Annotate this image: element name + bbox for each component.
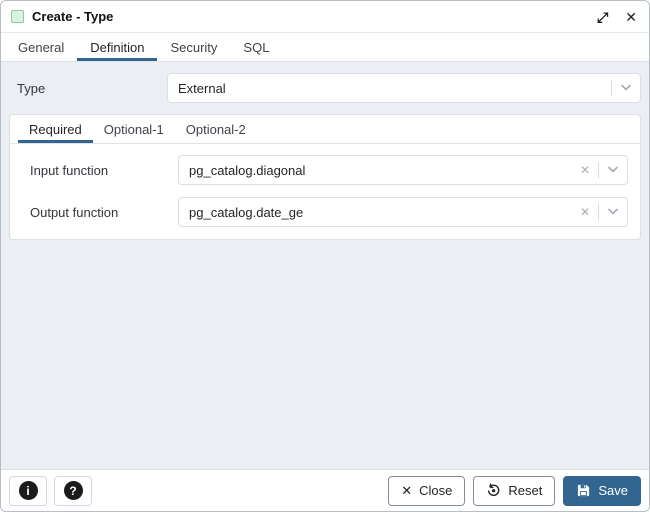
chevron-down-icon[interactable]: [620, 84, 632, 92]
chevron-down-icon[interactable]: [607, 166, 619, 174]
required-tab-content: Input function pg_catalog.diagonal ✕: [10, 144, 640, 239]
close-button[interactable]: ✕ Close: [388, 476, 465, 506]
header-actions: ⤢ ✕: [597, 10, 637, 24]
output-function-row: Output function pg_catalog.date_ge ✕: [22, 197, 628, 227]
sub-tabbar: Required Optional-1 Optional-2: [10, 115, 640, 144]
type-value: External: [178, 81, 611, 96]
subtab-optional-1[interactable]: Optional-1: [93, 115, 175, 143]
dialog-body: Type External Required Optional-1 Option…: [1, 62, 649, 469]
maximize-icon[interactable]: ⤢: [597, 10, 608, 24]
input-function-row: Input function pg_catalog.diagonal ✕: [22, 155, 628, 185]
output-function-select[interactable]: pg_catalog.date_ge ✕: [178, 197, 628, 227]
type-row: Type External: [9, 73, 641, 103]
subtab-required[interactable]: Required: [18, 115, 93, 143]
help-icon: ?: [64, 481, 83, 500]
save-icon: [576, 483, 591, 498]
combo-divider: [598, 162, 599, 178]
type-object-icon: [11, 10, 24, 23]
output-function-value: pg_catalog.date_ge: [189, 205, 580, 220]
definition-subpanel: Required Optional-1 Optional-2 Input fun…: [9, 114, 641, 240]
combo-divider: [598, 204, 599, 220]
close-icon: ✕: [401, 484, 412, 497]
help-button[interactable]: ?: [54, 476, 92, 506]
tab-general[interactable]: General: [5, 33, 77, 61]
close-button-label: Close: [419, 483, 452, 498]
info-icon: i: [19, 481, 38, 500]
subtab-optional-2[interactable]: Optional-2: [175, 115, 257, 143]
clear-icon[interactable]: ✕: [580, 164, 590, 176]
clear-icon[interactable]: ✕: [580, 206, 590, 218]
input-function-label: Input function: [22, 163, 178, 178]
dialog-title: Create - Type: [32, 9, 113, 24]
reset-button[interactable]: Reset: [473, 476, 555, 506]
output-function-label: Output function: [22, 205, 178, 220]
tab-definition[interactable]: Definition: [77, 33, 157, 61]
info-button[interactable]: i: [9, 476, 47, 506]
tab-security[interactable]: Security: [157, 33, 230, 61]
main-tabbar: General Definition Security SQL: [1, 33, 649, 62]
input-function-select[interactable]: pg_catalog.diagonal ✕: [178, 155, 628, 185]
save-button-label: Save: [598, 483, 628, 498]
combo-divider: [611, 80, 612, 96]
save-button[interactable]: Save: [563, 476, 641, 506]
dialog-header: Create - Type ⤢ ✕: [1, 1, 649, 33]
chevron-down-icon[interactable]: [607, 208, 619, 216]
dialog-footer: i ? ✕ Close Reset: [1, 469, 649, 511]
tab-sql[interactable]: SQL: [230, 33, 282, 61]
close-dialog-icon[interactable]: ✕: [625, 10, 637, 24]
reset-button-label: Reset: [508, 483, 542, 498]
type-select[interactable]: External: [167, 73, 641, 103]
type-label: Type: [9, 81, 167, 96]
reset-icon: [486, 483, 501, 498]
input-function-value: pg_catalog.diagonal: [189, 163, 580, 178]
create-type-dialog: Create - Type ⤢ ✕ General Definition Sec…: [0, 0, 650, 512]
